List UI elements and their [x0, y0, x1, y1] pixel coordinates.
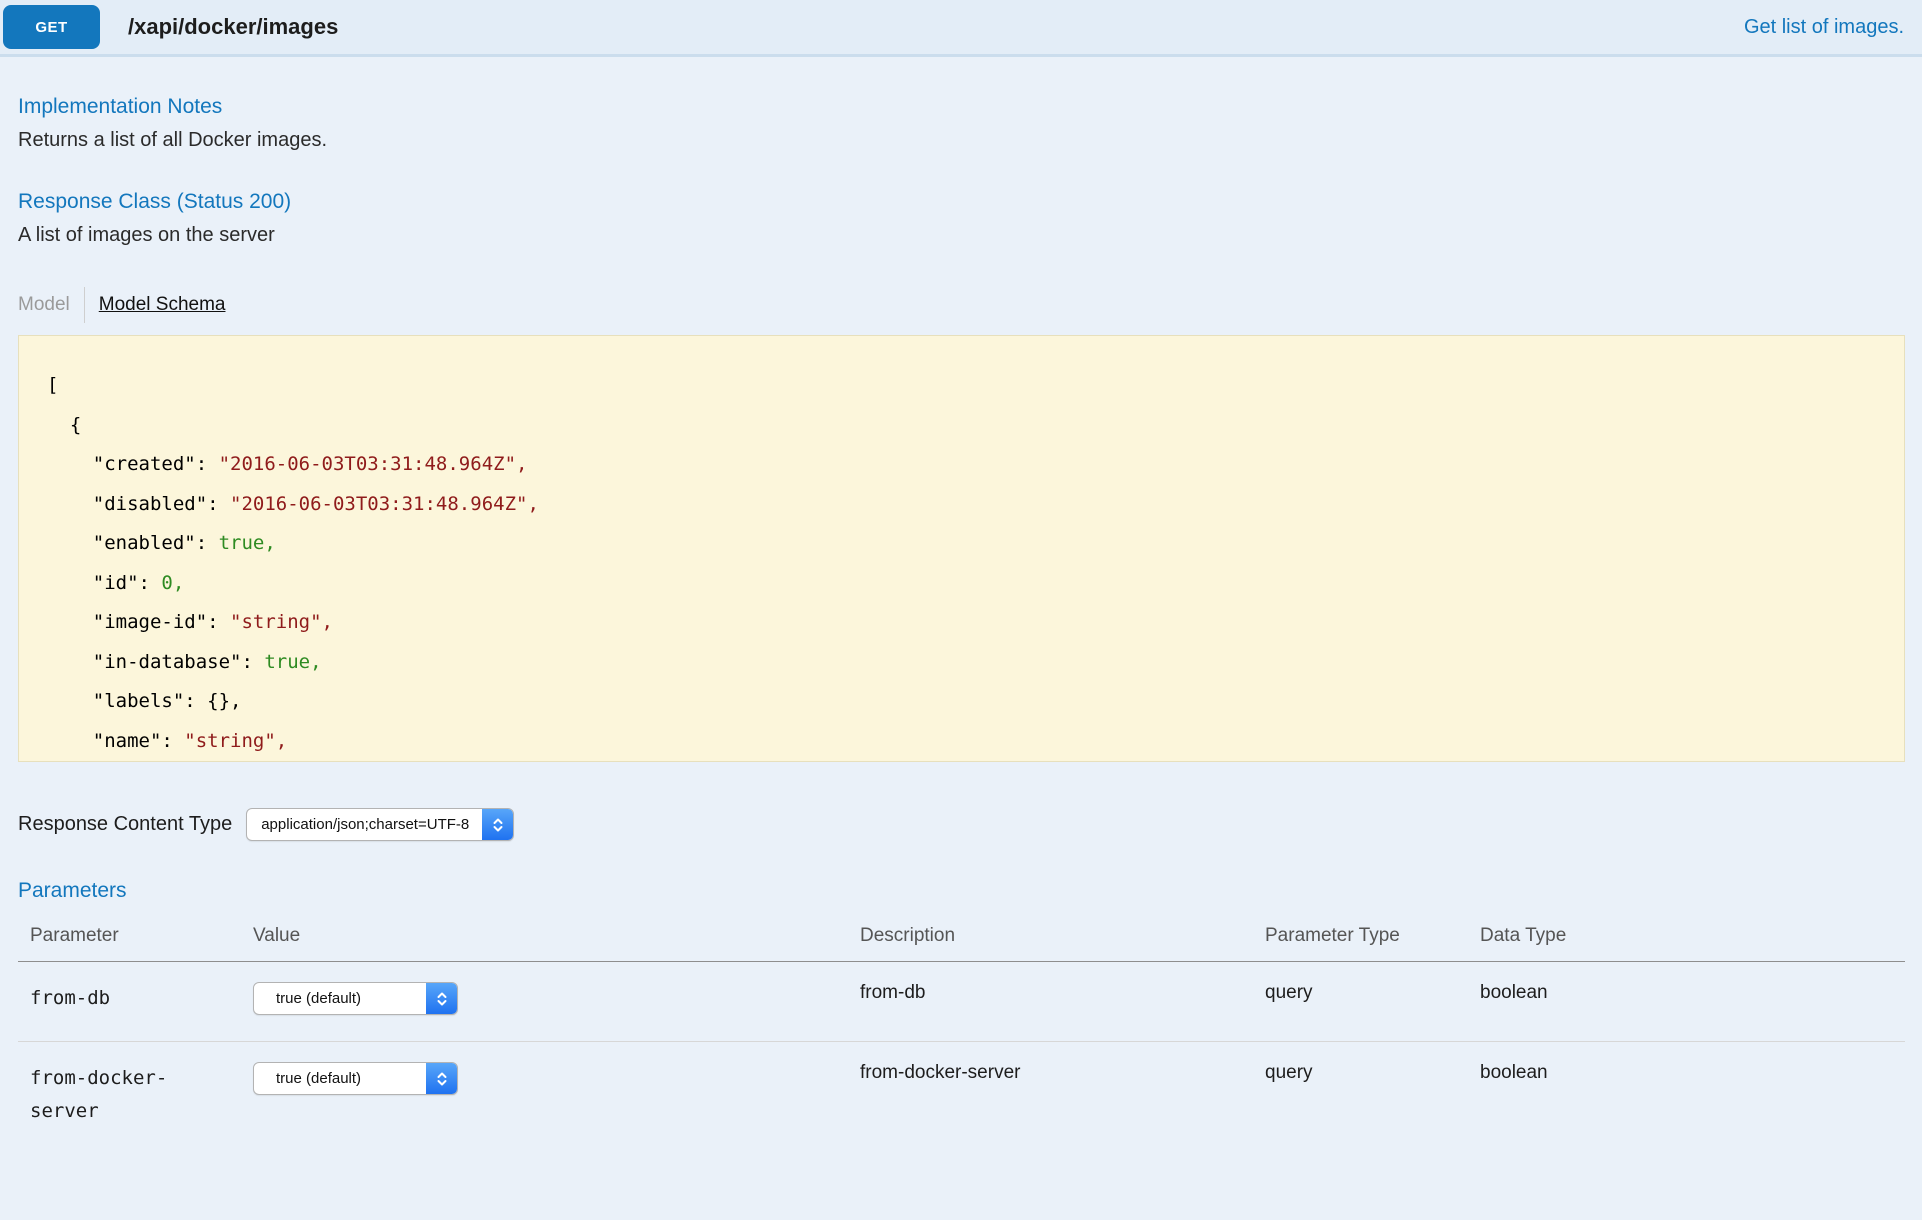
col-header-parameter-type: Parameter Type: [1253, 913, 1468, 962]
select-chevrons-icon: [426, 1063, 457, 1094]
param-description: from-db: [848, 962, 1253, 1042]
parameters-heading: Parameters: [18, 879, 1904, 903]
table-row: from-db true (default) from-db qu: [18, 962, 1905, 1042]
endpoint-path: /xapi/docker/images: [128, 14, 338, 40]
param-data-type: boolean: [1468, 962, 1905, 1042]
param-type: query: [1253, 1042, 1468, 1155]
param-name: from-db: [18, 962, 241, 1042]
operation-header: GET /xapi/docker/images Get list of imag…: [0, 0, 1922, 57]
param-value-cell: true (default): [241, 962, 848, 1042]
parameters-table: Parameter Value Description Parameter Ty…: [18, 913, 1905, 1154]
param-value-select[interactable]: true (default): [253, 982, 458, 1015]
col-header-description: Description: [848, 913, 1253, 962]
model-tabs: Model Model Schema: [18, 287, 1904, 323]
param-data-type: boolean: [1468, 1042, 1905, 1155]
param-description: from-docker-server: [848, 1042, 1253, 1155]
response-content-type-value: application/json;charset=UTF-8: [247, 816, 513, 833]
param-name: from-docker-server: [18, 1042, 241, 1155]
param-value-select[interactable]: true (default): [253, 1062, 458, 1095]
response-content-type-row: Response Content Type application/json;c…: [18, 808, 1904, 841]
col-header-data-type: Data Type: [1468, 913, 1905, 962]
param-value-cell: true (default): [241, 1042, 848, 1155]
tab-model-schema[interactable]: Model Schema: [85, 294, 226, 316]
param-value-selected: true (default): [254, 990, 405, 1007]
http-method-badge[interactable]: GET: [3, 5, 100, 49]
model-schema-code-block: [ { "created": "2016-06-03T03:31:48.964Z…: [18, 335, 1905, 762]
param-type: query: [1253, 962, 1468, 1042]
tab-model[interactable]: Model: [18, 294, 84, 316]
response-class-heading: Response Class (Status 200): [18, 190, 1904, 214]
col-header-value: Value: [241, 913, 848, 962]
response-content-type-label: Response Content Type: [18, 813, 232, 836]
implementation-notes-text: Returns a list of all Docker images.: [18, 129, 1904, 152]
col-header-parameter: Parameter: [18, 913, 241, 962]
implementation-notes-heading: Implementation Notes: [18, 95, 1904, 119]
select-chevrons-icon: [482, 809, 513, 840]
parameters-header-row: Parameter Value Description Parameter Ty…: [18, 913, 1905, 962]
param-value-selected: true (default): [254, 1070, 405, 1087]
operation-body: Implementation Notes Returns a list of a…: [0, 95, 1922, 1154]
select-chevrons-icon: [426, 983, 457, 1014]
table-row: from-docker-server true (default) from-d…: [18, 1042, 1905, 1155]
operation-summary-link[interactable]: Get list of images.: [1744, 16, 1904, 39]
response-class-text: A list of images on the server: [18, 224, 1904, 247]
response-content-type-select[interactable]: application/json;charset=UTF-8: [246, 808, 514, 841]
